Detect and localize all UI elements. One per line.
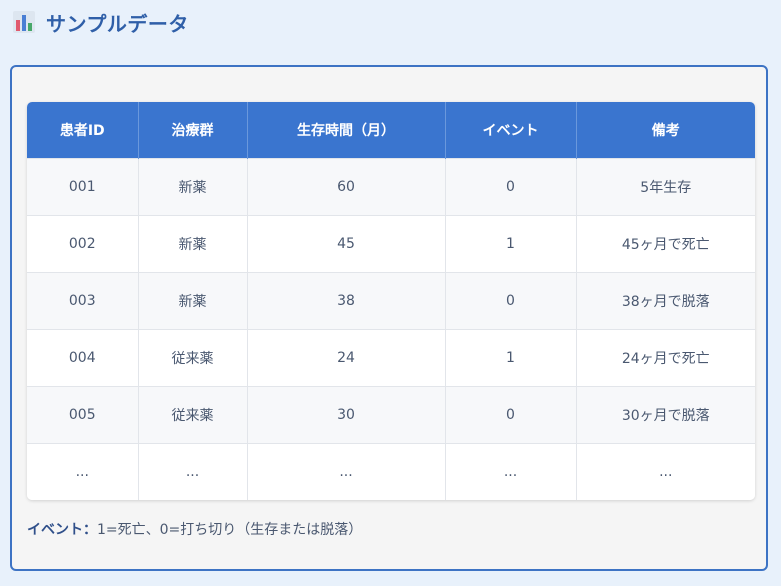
page-heading: サンプルデータ [12, 6, 189, 38]
cell-survival-time: 45 [246, 215, 445, 273]
table-row: ... ... ... ... ... [27, 443, 755, 500]
note-text: 1=死亡、0=打ち切り（生存または脱落） [97, 522, 363, 538]
table-row: 001 新薬 60 0 5年生存 [27, 158, 755, 216]
cell-remarks: 24ヶ月で死亡 [575, 329, 755, 387]
cell-treatment-group: 新薬 [137, 215, 247, 273]
cell-remarks: ... [575, 443, 755, 500]
cell-event: 0 [444, 158, 576, 216]
table-row: 005 従来薬 30 0 30ヶ月で脱落 [27, 386, 755, 444]
cell-treatment-group: ... [137, 443, 247, 500]
table-container: 患者ID 治療群 生存時間（月） イベント 備考 001 新薬 60 0 5年生… [27, 102, 755, 500]
bar-chart-icon [12, 10, 36, 34]
event-legend-note: イベント：1=死亡、0=打ち切り（生存または脱落） [27, 519, 362, 539]
cell-patient-id: 002 [27, 215, 138, 273]
cell-remarks: 30ヶ月で脱落 [575, 386, 755, 444]
cell-survival-time: 38 [246, 272, 445, 330]
cell-remarks: 5年生存 [575, 158, 755, 216]
column-header-event: イベント [444, 102, 576, 159]
cell-patient-id: 005 [27, 386, 138, 444]
sample-data-table: 患者ID 治療群 生存時間（月） イベント 備考 001 新薬 60 0 5年生… [27, 102, 755, 500]
cell-survival-time: 60 [246, 158, 445, 216]
cell-event: ... [444, 443, 576, 500]
table-row: 004 従来薬 24 1 24ヶ月で死亡 [27, 329, 755, 387]
cell-survival-time: 30 [246, 386, 445, 444]
table-header-row: 患者ID 治療群 生存時間（月） イベント 備考 [27, 102, 755, 159]
cell-patient-id: 004 [27, 329, 138, 387]
column-header-survival-time: 生存時間（月） [246, 102, 445, 159]
sample-data-card: 患者ID 治療群 生存時間（月） イベント 備考 001 新薬 60 0 5年生… [10, 65, 768, 571]
note-label: イベント： [27, 522, 97, 538]
table-row: 003 新薬 38 0 38ヶ月で脱落 [27, 272, 755, 330]
cell-patient-id: ... [27, 443, 138, 500]
cell-event: 0 [444, 386, 576, 444]
cell-patient-id: 003 [27, 272, 138, 330]
page: サンプルデータ 患者ID 治療群 生存時間（月） イベント 備考 001 新薬 … [0, 0, 781, 586]
cell-treatment-group: 新薬 [137, 158, 247, 216]
cell-treatment-group: 従来薬 [137, 329, 247, 387]
table-row: 002 新薬 45 1 45ヶ月で死亡 [27, 215, 755, 273]
column-header-remarks: 備考 [575, 102, 755, 159]
column-header-patient-id: 患者ID [27, 102, 138, 159]
cell-treatment-group: 従来薬 [137, 386, 247, 444]
cell-survival-time: ... [246, 443, 445, 500]
cell-treatment-group: 新薬 [137, 272, 247, 330]
cell-event: 0 [444, 272, 576, 330]
cell-remarks: 45ヶ月で死亡 [575, 215, 755, 273]
cell-event: 1 [444, 329, 576, 387]
cell-survival-time: 24 [246, 329, 445, 387]
column-header-treatment-group: 治療群 [137, 102, 247, 159]
cell-remarks: 38ヶ月で脱落 [575, 272, 755, 330]
page-title: サンプルデータ [46, 11, 189, 36]
cell-event: 1 [444, 215, 576, 273]
cell-patient-id: 001 [27, 158, 138, 216]
